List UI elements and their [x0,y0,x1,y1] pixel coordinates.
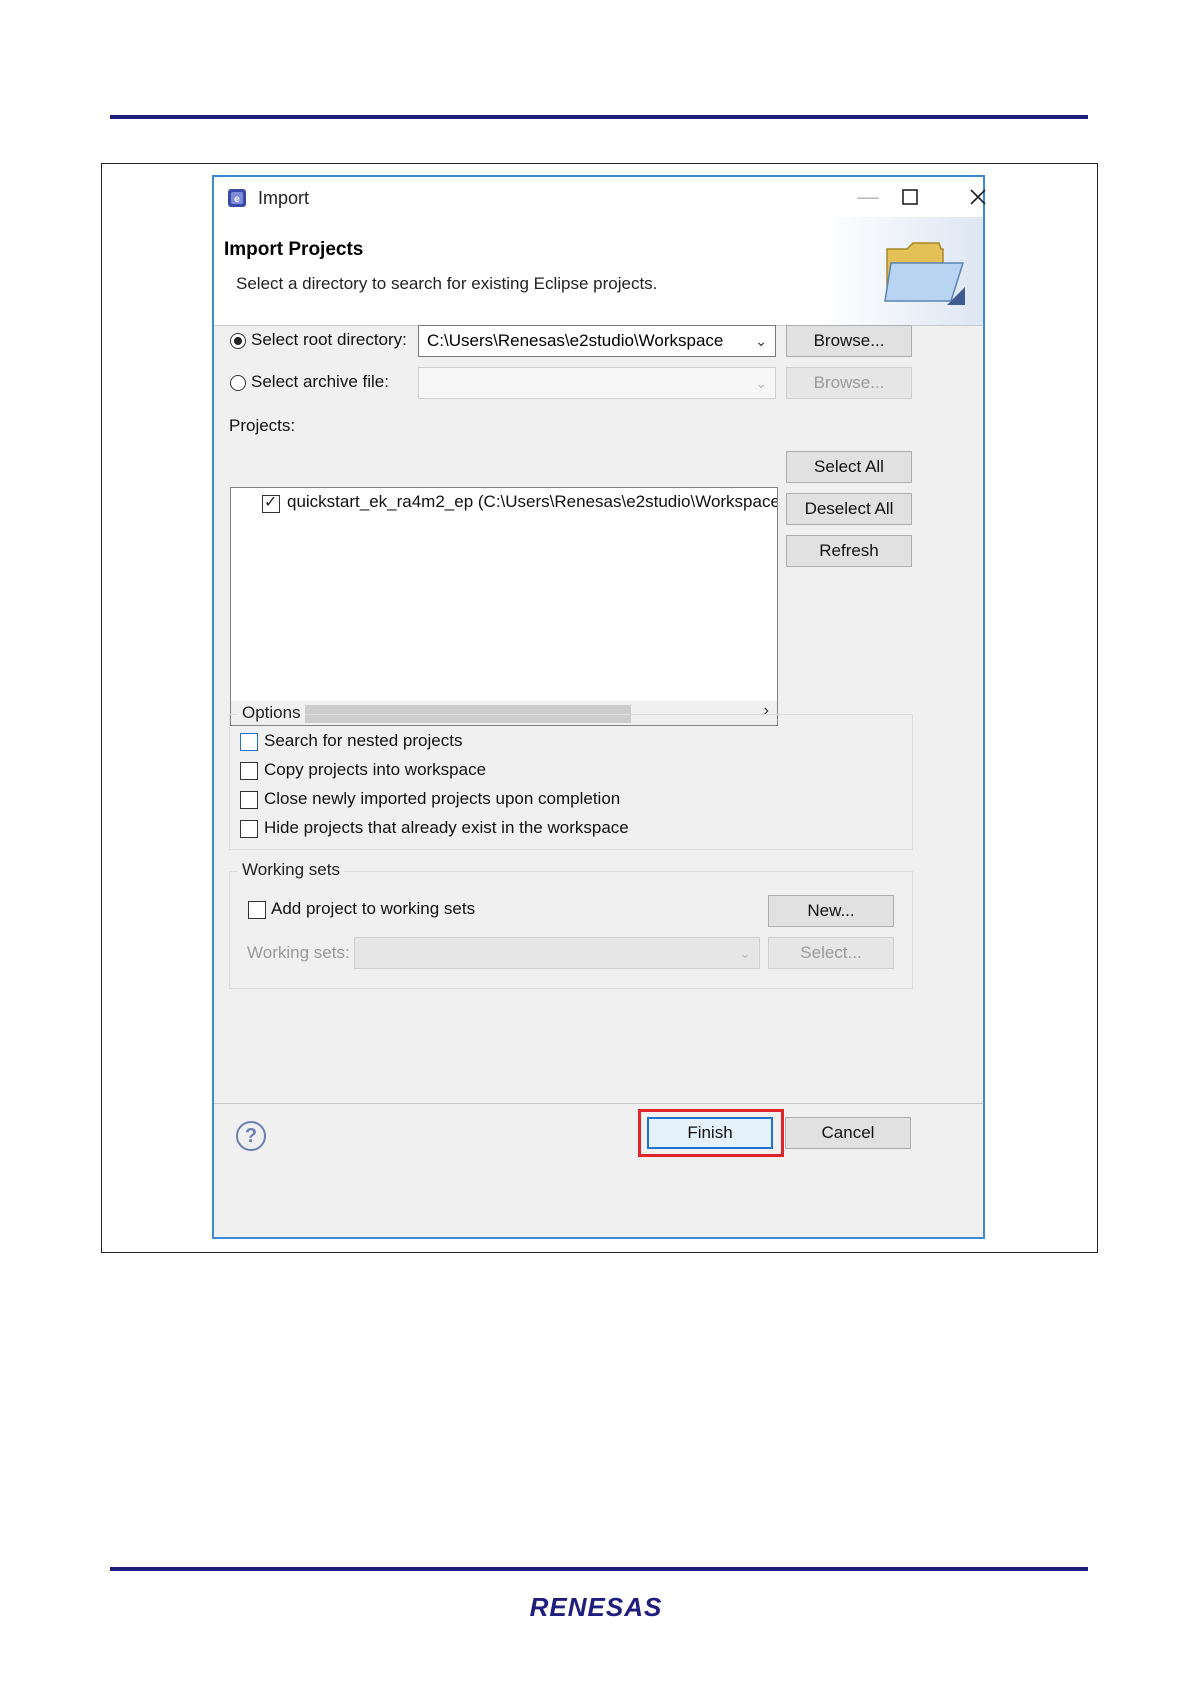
svg-text:RENESAS: RENESAS [530,1592,663,1622]
working-sets-title: Working sets [238,860,344,880]
chevron-down-icon: ⌄ [755,333,767,349]
renesas-logo: RENESAS [530,1592,663,1622]
archive-file-combo[interactable]: ⌄ [418,367,776,399]
options-title: Options [238,703,305,723]
svg-text:e: e [234,194,240,205]
page-bottom-rule [110,1567,1088,1571]
page-title: Import Projects [224,239,364,260]
select-working-set-button[interactable]: Select... [768,937,894,969]
new-working-set-button[interactable]: New... [768,895,894,927]
close-icon [970,189,986,205]
page-description: Select a directory to search for existin… [236,274,658,293]
footer-divider [214,1103,983,1104]
projects-list[interactable]: ✓ quickstart_ek_ra4m2_ep (C:\Users\Renes… [230,487,778,726]
root-directory-combo[interactable]: C:\Users\Renesas\e2studio\Workspace ⌄ [418,325,776,357]
window-title: Import [258,188,310,208]
list-item[interactable]: ✓ quickstart_ek_ra4m2_ep (C:\Users\Renes… [231,488,778,516]
working-sets-group [229,871,913,989]
browse-archive-button[interactable]: Browse... [786,367,912,399]
title-bar: e Import — [214,177,986,217]
archive-file-radio[interactable] [230,375,246,391]
chevron-down-icon: ⌄ [755,375,767,391]
finish-button[interactable]: Finish [647,1117,773,1149]
e2studio-app-icon: e [228,189,246,207]
add-working-sets-checkbox[interactable] [248,901,266,919]
check-icon: ✓ [264,494,278,511]
projects-label: Projects: [229,416,296,435]
browse-root-button[interactable]: Browse... [786,325,912,357]
search-nested-label: Search for nested projects [264,731,463,750]
help-icon[interactable]: ? [236,1121,266,1151]
working-sets-field-label: Working sets: [247,943,350,962]
copy-projects-label: Copy projects into workspace [264,760,487,779]
root-directory-label: Select root directory: [251,330,407,349]
folder-icon [884,242,965,305]
copy-projects-checkbox[interactable] [240,762,258,780]
hide-existing-checkbox[interactable] [240,820,258,838]
project-checkbox[interactable]: ✓ [262,494,280,513]
select-all-button[interactable]: Select All [786,451,912,483]
add-working-sets-label: Add project to working sets [271,899,476,918]
import-dialog: e Import — Import Projects Select a dire… [212,175,986,1239]
search-nested-checkbox[interactable] [240,733,258,751]
close-imported-label: Close newly imported projects upon compl… [264,789,621,808]
project-name: quickstart_ek_ra4m2_ep (C:\Users\Renesas… [287,492,778,511]
refresh-button[interactable]: Refresh [786,535,912,567]
deselect-all-button[interactable]: Deselect All [786,493,912,525]
close-imported-checkbox[interactable] [240,791,258,809]
root-directory-radio[interactable] [230,333,246,349]
minimize-icon: — [857,184,879,209]
root-directory-value: C:\Users\Renesas\e2studio\Workspace [427,331,724,350]
hide-existing-label: Hide projects that already exist in the … [264,818,629,837]
working-sets-combo[interactable]: ⌄ [354,937,760,969]
maximize-icon [902,189,918,205]
close-button[interactable] [950,179,1006,215]
cancel-button[interactable]: Cancel [785,1117,911,1149]
archive-file-label: Select archive file: [251,372,389,391]
page-top-rule [110,115,1088,119]
wizard-header: Import Projects Select a directory to se… [214,217,983,326]
maximize-button[interactable] [882,179,938,215]
chevron-down-icon: ⌄ [739,945,751,961]
